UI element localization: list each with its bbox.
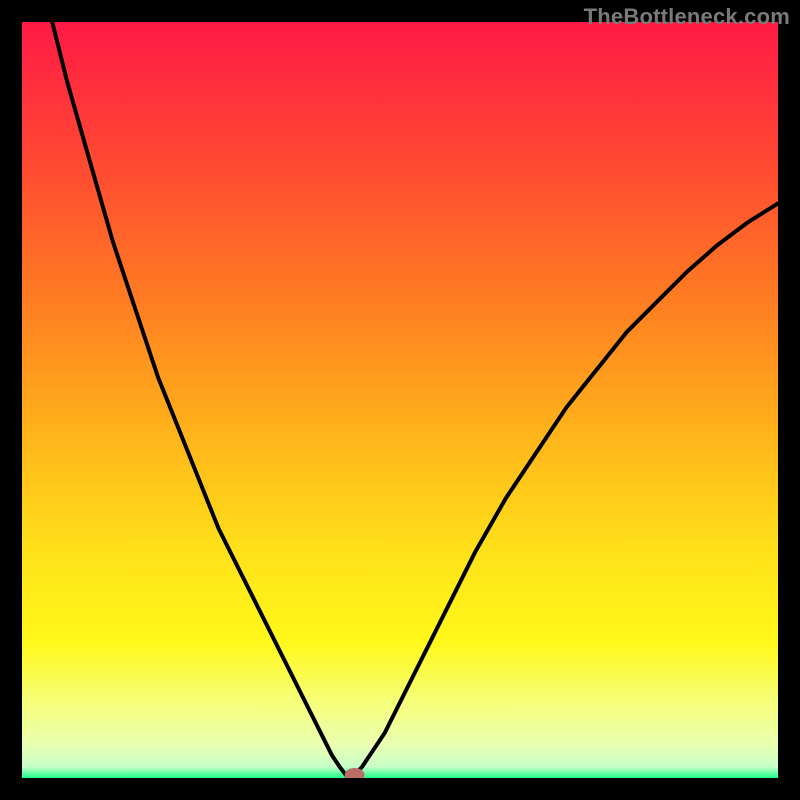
chart-svg <box>22 22 778 778</box>
watermark-text: TheBottleneck.com <box>584 4 790 30</box>
chart-frame: TheBottleneck.com <box>0 0 800 800</box>
gradient-background <box>22 22 778 778</box>
plot-area <box>22 22 778 778</box>
